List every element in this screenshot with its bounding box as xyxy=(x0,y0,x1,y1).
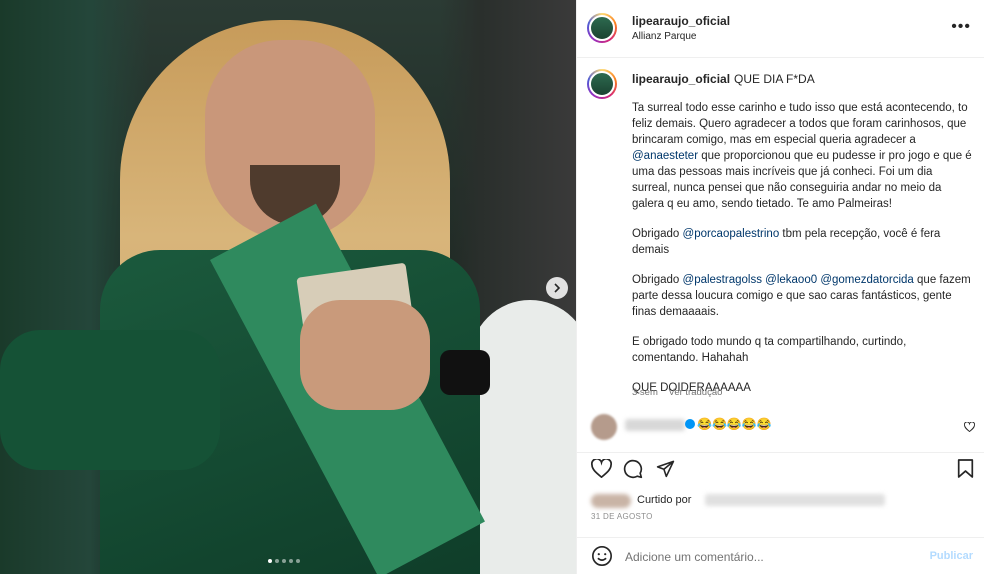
header-location[interactable]: Allianz Parque xyxy=(632,31,696,42)
comment-button[interactable] xyxy=(621,459,645,483)
comment-username-blurred[interactable] xyxy=(625,419,685,431)
caption-meta: 3 sem Ver tradução xyxy=(632,387,730,398)
photo-arm-left xyxy=(0,330,220,470)
carousel-dot xyxy=(268,559,272,563)
translate-link[interactable]: Ver tradução xyxy=(669,387,723,398)
header-username[interactable]: lipearaujo_oficial xyxy=(632,14,730,28)
mention-link[interactable]: @palestragolss xyxy=(683,274,762,286)
caption-username[interactable]: lipearaujo_oficial xyxy=(632,72,730,86)
heart-outline-icon xyxy=(590,457,612,483)
publish-button[interactable]: Publicar xyxy=(930,550,973,562)
chevron-right-icon xyxy=(552,281,562,296)
liked-by-names-blurred[interactable] xyxy=(705,494,885,506)
photo-watch xyxy=(440,350,490,395)
mention-link[interactable]: @gomezdatorcida xyxy=(820,274,914,286)
caption-title: QUE DIA F*DA xyxy=(734,72,815,86)
post-date[interactable]: 31 DE AGOSTO xyxy=(591,512,653,521)
comment-heart-icon[interactable] xyxy=(963,421,976,435)
caption-time[interactable]: 3 sem xyxy=(632,387,658,398)
carousel-next-button[interactable] xyxy=(546,277,568,299)
send-icon xyxy=(656,459,675,483)
smiley-icon[interactable] xyxy=(591,545,613,567)
save-button[interactable] xyxy=(953,459,977,483)
mention-link[interactable]: @porcaopalestrino xyxy=(683,228,780,240)
comment-avatar[interactable] xyxy=(591,414,617,440)
caption-paragraph: Obrigado @palestragolss @lekaoo0 @gomezd… xyxy=(632,274,971,318)
liker-avatars-blurred[interactable] xyxy=(591,494,631,508)
caption-paragraph: Ta surreal todo esse carinho e tudo isso… xyxy=(632,102,972,210)
photo-person-right xyxy=(470,300,576,574)
caption-header: lipearaujo_oficial QUE DIA F*DA xyxy=(632,72,815,86)
action-bar xyxy=(577,452,984,492)
verified-badge-icon xyxy=(685,419,695,429)
mention-link[interactable]: @anaesteter xyxy=(632,150,698,162)
caption-avatar[interactable] xyxy=(587,69,617,99)
like-button[interactable] xyxy=(589,457,613,483)
comment-text: 😂😂😂😂😂 xyxy=(697,417,772,431)
caption: lipearaujo_oficial QUE DIA F*DA Ta surrea… xyxy=(577,58,984,404)
more-horizontal-icon[interactable]: ••• xyxy=(951,18,971,36)
add-comment-bar: Publicar xyxy=(577,537,984,574)
comment-icon xyxy=(623,459,643,484)
share-button[interactable] xyxy=(653,459,677,483)
comment-row: 😂😂😂😂😂 xyxy=(577,412,984,440)
carousel-dot xyxy=(275,559,279,563)
post-photo[interactable] xyxy=(0,0,576,574)
carousel-dot xyxy=(282,559,286,563)
carousel-dot xyxy=(296,559,300,563)
carousel-indicator xyxy=(268,559,300,563)
caption-paragraph: E obrigado todo mundo q ta compartilhand… xyxy=(632,336,907,364)
avatar[interactable] xyxy=(587,13,617,43)
post-header: lipearaujo_oficial Allianz Parque ••• xyxy=(577,0,984,58)
bookmark-icon xyxy=(957,459,974,483)
caption-paragraph: Obrigado @porcaopalestrino tbm pela rece… xyxy=(632,228,941,256)
likes-section: Curtido por 31 DE AGOSTO xyxy=(577,492,984,532)
caption-body: Ta surreal todo esse carinho e tudo isso… xyxy=(632,100,972,404)
photo-hand xyxy=(300,300,430,410)
liked-by-label: Curtido por xyxy=(637,494,692,506)
comment-input[interactable] xyxy=(623,545,917,569)
carousel-dot xyxy=(289,559,293,563)
mention-link[interactable]: @lekaoo0 xyxy=(765,274,817,286)
post-sidebar: lipearaujo_oficial Allianz Parque ••• li… xyxy=(576,0,984,574)
